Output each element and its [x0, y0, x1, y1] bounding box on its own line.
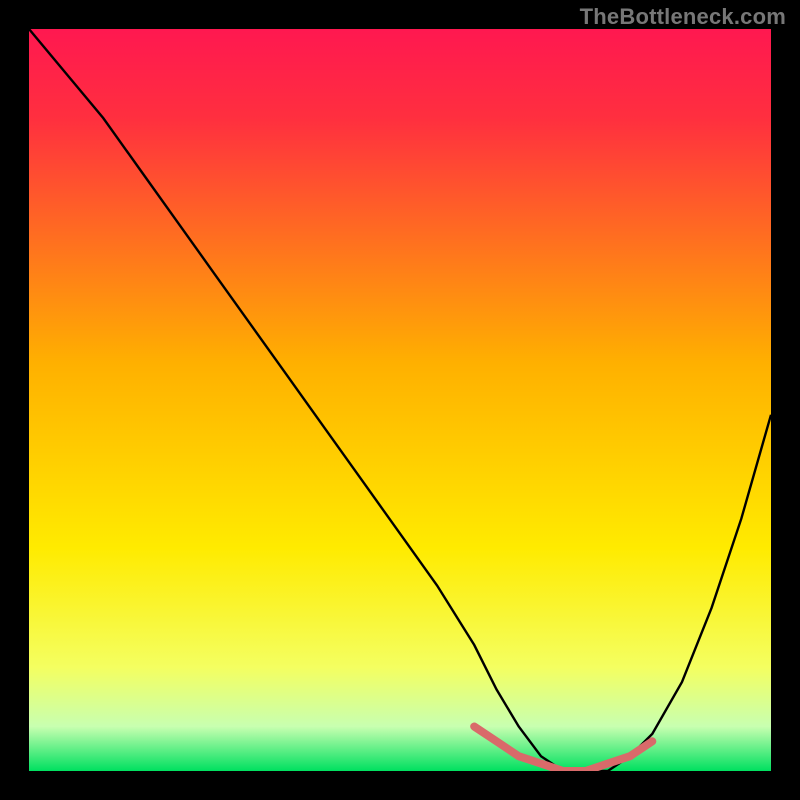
watermark-text: TheBottleneck.com	[580, 4, 786, 30]
bottleneck-curve	[29, 29, 771, 771]
plot-area	[29, 29, 771, 771]
chart-frame: TheBottleneck.com	[0, 0, 800, 800]
